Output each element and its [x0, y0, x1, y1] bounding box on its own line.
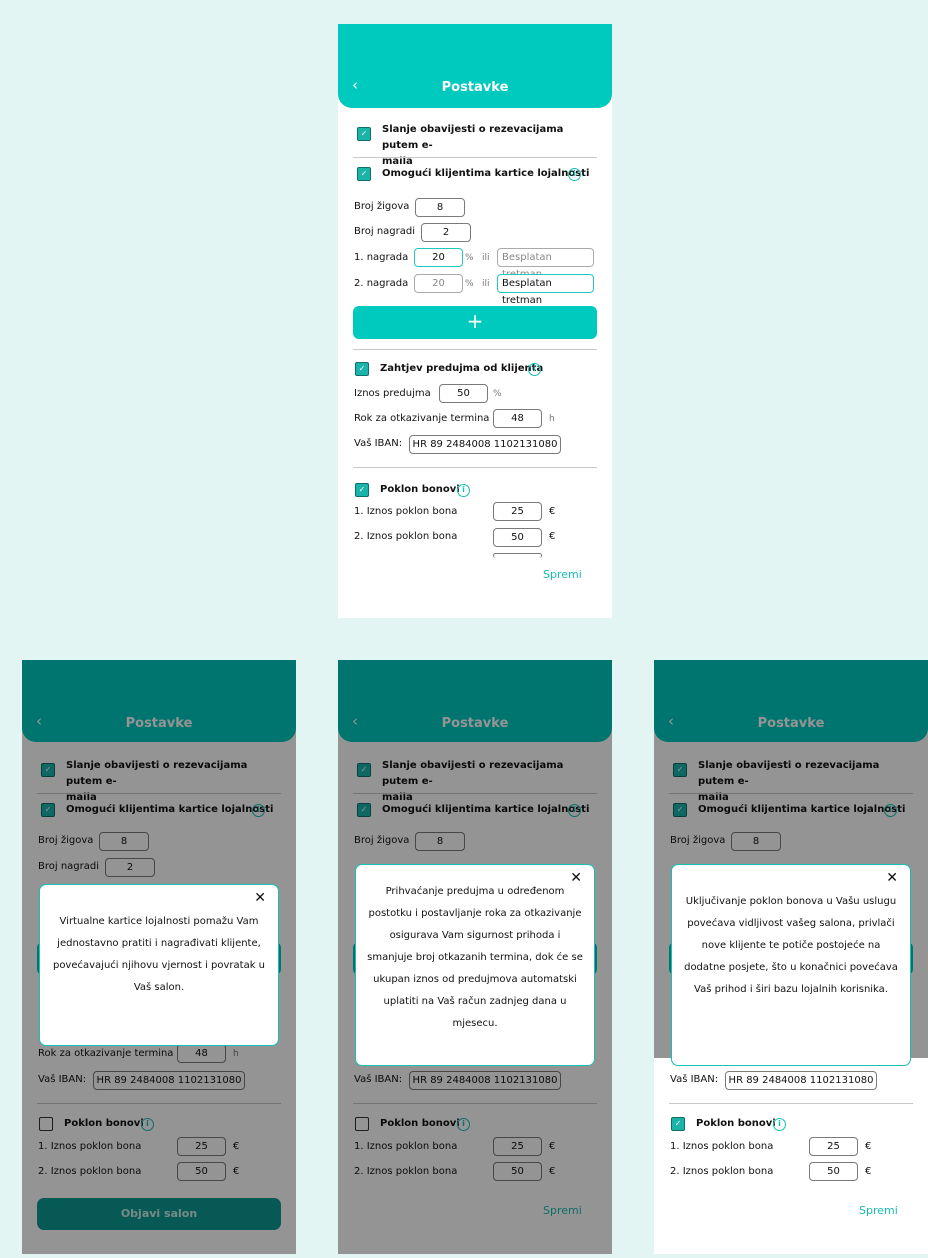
divider	[669, 1103, 913, 1104]
divider	[353, 157, 597, 158]
voucher2-label: 2. Iznos poklon bona	[354, 531, 458, 542]
voucher1-input[interactable]: 25	[493, 502, 542, 521]
reward2-percent-sym: %	[465, 279, 474, 289]
vouchers-info-modal: ✕ Uključivanje poklon bonova u Vašu uslu…	[671, 864, 911, 1066]
rewards-input[interactable]: 2	[421, 223, 471, 242]
rewards-label: Broj nagradi	[354, 226, 416, 237]
close-icon[interactable]: ✕	[254, 890, 266, 906]
iban-input[interactable]: HR 89 2484008 1102131080	[725, 1071, 877, 1090]
iban-input[interactable]: HR 89 2484008 1102131080	[409, 435, 561, 454]
reward1-label: 1. nagrada	[354, 252, 409, 263]
vouchers-info-icon[interactable]: i	[773, 1118, 786, 1131]
stamps-input[interactable]: 8	[415, 198, 465, 217]
iban-label: Vaš IBAN:	[670, 1074, 719, 1085]
deposit-checkbox[interactable]: ✓	[355, 362, 369, 376]
voucher1-input[interactable]: 25	[809, 1137, 858, 1156]
voucher3-input[interactable]	[493, 553, 542, 558]
voucher1-label: 1. Iznos poklon bona	[670, 1141, 774, 1152]
reward2-label: 2. nagrada	[354, 278, 409, 289]
voucher2-label: 2. Iznos poklon bona	[670, 1166, 774, 1177]
reward1-or: ili	[482, 253, 490, 263]
deposit-amount-unit: %	[493, 389, 502, 399]
voucher1-currency: €	[865, 1141, 872, 1152]
vouchers-label: Poklon bonovi	[696, 1118, 776, 1129]
cancel-label: Rok za otkazivanje termina	[354, 413, 490, 424]
reward1-percent-sym: %	[465, 253, 474, 263]
iban-label: Vaš IBAN:	[354, 438, 403, 449]
settings-screen-loyalty-info: ‹ Postavke ✓ Slanje obavijesti o rezevac…	[22, 660, 296, 1254]
reward1-treatment-input[interactable]: Besplatan tretman	[497, 248, 594, 280]
stamps-label: Broj žigova	[354, 201, 410, 212]
email-checkbox[interactable]: ✓	[357, 127, 371, 141]
deposit-amount-label: Iznos predujma	[354, 388, 431, 399]
modal-text: Prihvaćanje predujma u određenom postotk…	[367, 886, 583, 1029]
settings-screen-vouchers-info: ‹ Postavke ✓ Slanje obavijesti o rezevac…	[654, 660, 928, 1254]
save-button[interactable]: Spremi	[859, 1204, 898, 1217]
vouchers-checkbox[interactable]: ✓	[355, 483, 369, 497]
voucher2-input[interactable]: 50	[809, 1162, 858, 1181]
close-icon[interactable]: ✕	[886, 870, 898, 886]
reward2-percent-input[interactable]: 20	[414, 274, 463, 293]
app-header: ‹ Postavke	[338, 24, 612, 108]
voucher2-input[interactable]: 50	[493, 528, 542, 547]
voucher1-label: 1. Iznos poklon bona	[354, 506, 458, 517]
email-label: Slanje obavijesti o rezevacijama putem e…	[382, 124, 564, 167]
deposit-label: Zahtjev predujma od klijenta	[380, 363, 544, 374]
modal-text: Uključivanje poklon bonova u Vašu uslugu…	[684, 896, 898, 995]
settings-screen-deposit-info: ‹ Postavke ✓ Slanje obavijesti o rezevac…	[338, 660, 612, 1254]
loyalty-checkbox[interactable]: ✓	[357, 167, 371, 181]
vouchers-label: Poklon bonovi	[380, 484, 460, 495]
voucher2-currency: €	[549, 531, 556, 542]
voucher1-currency: €	[549, 506, 556, 517]
loyalty-info-icon[interactable]: i	[568, 168, 581, 181]
reward2-treatment-input[interactable]: Besplatan tretman	[497, 274, 594, 306]
cancel-unit: h	[549, 414, 555, 424]
loyalty-info-modal: ✕ Virtualne kartice lojalnosti pomažu Va…	[39, 884, 279, 1046]
modal-text: Virtualne kartice lojalnosti pomažu Vam …	[52, 916, 266, 993]
deposit-info-icon[interactable]: i	[528, 363, 541, 376]
deposit-amount-input[interactable]: 50	[439, 384, 488, 403]
divider	[353, 349, 597, 350]
loyalty-label: Omogući klijentima kartice lojalnosti	[382, 168, 590, 179]
divider	[353, 467, 597, 468]
voucher2-currency: €	[865, 1166, 872, 1177]
add-reward-button[interactable]: +	[353, 306, 597, 339]
save-button[interactable]: Spremi	[543, 568, 582, 581]
vouchers-info-icon[interactable]: i	[457, 484, 470, 497]
deposit-info-modal: ✕ Prihvaćanje predujma u određenom posto…	[355, 864, 595, 1066]
page-title: Postavke	[441, 80, 509, 95]
reward2-or: ili	[482, 279, 490, 289]
settings-screen-main: ‹ Postavke ✓ Slanje obavijesti o rezevac…	[338, 24, 612, 618]
cancel-input[interactable]: 48	[493, 409, 542, 428]
vouchers-checkbox[interactable]: ✓	[671, 1117, 685, 1131]
reward1-percent-input[interactable]: 20	[414, 248, 463, 267]
